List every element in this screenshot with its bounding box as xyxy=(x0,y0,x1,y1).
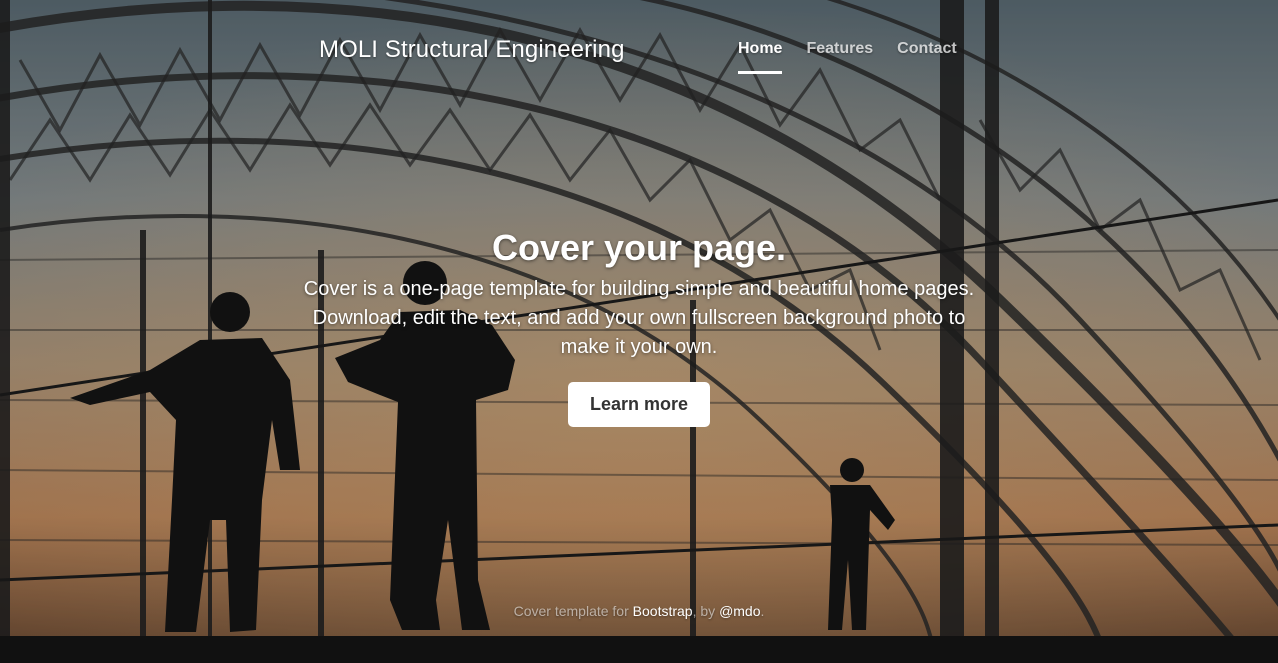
footer-prefix: Cover template for xyxy=(513,603,633,619)
footer: Cover template for Bootstrap, by @mdo. xyxy=(0,603,1278,619)
hero: Cover your page. Cover is a one-page tem… xyxy=(300,226,978,428)
footer-middle: , by xyxy=(692,603,720,619)
hero-lead: Cover is a one-page template for buildin… xyxy=(303,278,975,359)
nav-item-home[interactable]: Home xyxy=(738,40,783,74)
hero-title: Cover your page. xyxy=(491,227,787,268)
main-nav: Home Features Contact xyxy=(738,40,957,74)
cover-page: MOLI Structural Engineering Home Feature… xyxy=(0,0,1278,663)
learn-more-button[interactable]: Learn more xyxy=(567,382,711,428)
brand-title[interactable]: MOLI Structural Engineering xyxy=(319,36,625,64)
nav-item-features[interactable]: Features xyxy=(806,40,873,74)
footer-link-mdo[interactable]: @mdo xyxy=(719,603,760,619)
footer-suffix: . xyxy=(760,603,765,619)
footer-link-bootstrap[interactable]: Bootstrap xyxy=(633,603,693,619)
nav-item-contact[interactable]: Contact xyxy=(897,40,957,74)
